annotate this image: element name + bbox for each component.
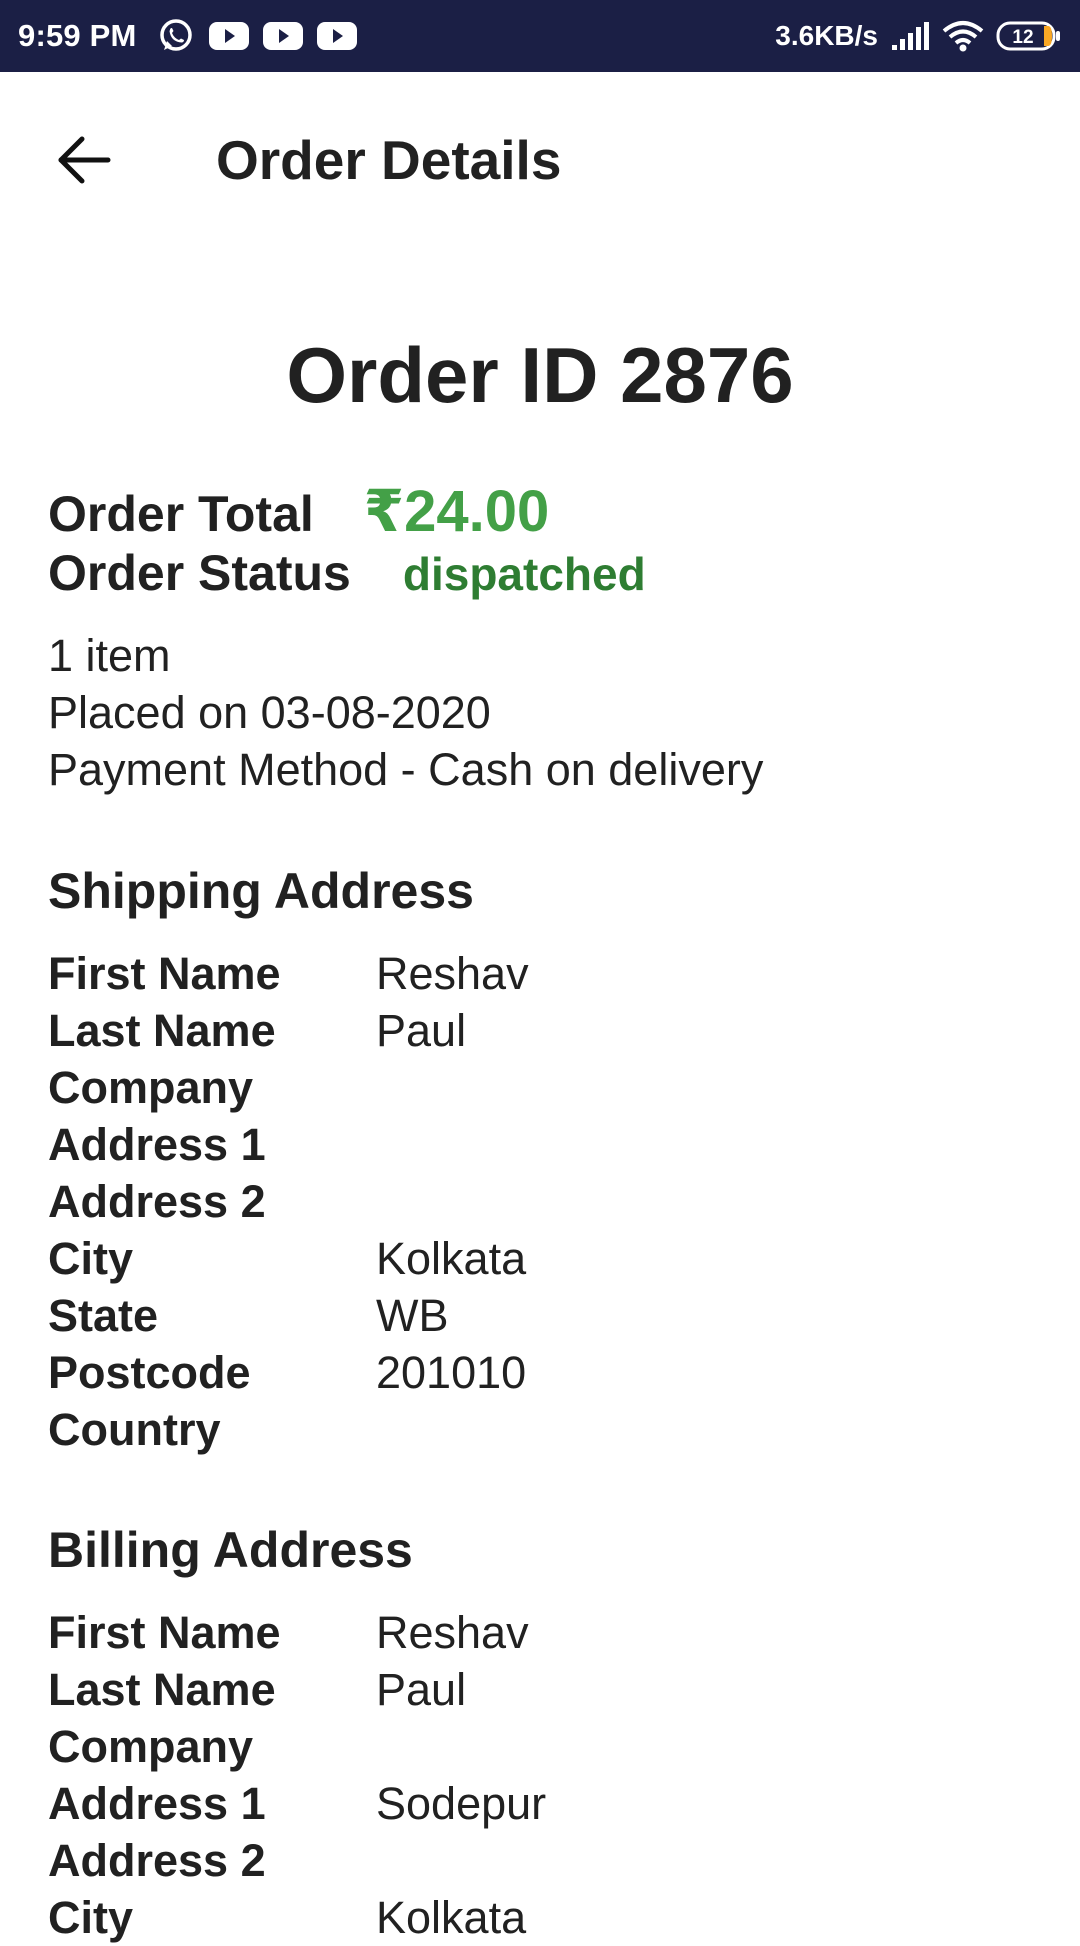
table-row: Address 1 Sodepur: [48, 1775, 1048, 1832]
order-total-value: ₹24.00: [363, 479, 550, 544]
item-count: 1 item: [48, 630, 171, 681]
order-total-label: Order Total: [48, 486, 314, 542]
field-value: Reshav: [376, 1606, 529, 1658]
table-row: First Name Reshav: [48, 1604, 1048, 1661]
field-label: Address 2: [48, 1175, 266, 1227]
field-value: Paul: [376, 1663, 467, 1715]
shipping-address-title: Shipping Address: [48, 863, 474, 919]
whatsapp-icon: [157, 17, 195, 55]
field-label: Company: [48, 1720, 254, 1772]
placed-on-date: Placed on 03-08-2020: [48, 687, 491, 738]
field-label: State: [48, 1289, 159, 1341]
table-row: Address 1: [48, 1116, 1048, 1173]
wifi-icon: [942, 19, 984, 53]
table-row: Address 2: [48, 1173, 1048, 1230]
field-label: First Name: [48, 947, 281, 999]
field-value: 201010: [376, 1346, 527, 1398]
table-row: Company: [48, 1059, 1048, 1116]
table-row: City Kolkata: [48, 1889, 1048, 1946]
status-bar: 9:59 PM 3.6KB/s 12: [0, 0, 1080, 72]
table-row: Address 2: [48, 1832, 1048, 1889]
arrow-back-icon: [56, 135, 112, 190]
table-row: City Kolkata: [48, 1230, 1048, 1287]
signal-icon: [890, 21, 930, 51]
back-button[interactable]: [44, 122, 124, 202]
table-row: First Name Reshav: [48, 945, 1048, 1002]
table-row: Last Name Paul: [48, 1002, 1048, 1059]
field-label: Last Name: [48, 1004, 276, 1056]
field-label: Postcode: [48, 1346, 251, 1398]
field-value: Kolkata: [376, 1891, 527, 1943]
youtube-icon: [316, 21, 357, 51]
order-status-value: dispatched: [402, 548, 646, 600]
youtube-icon: [262, 21, 303, 51]
table-row: Last Name Paul: [48, 1661, 1048, 1718]
field-label: Address 1: [48, 1777, 266, 1829]
field-value: Kolkata: [376, 1232, 527, 1284]
field-label: Last Name: [48, 1663, 276, 1715]
field-label: Address 2: [48, 1834, 266, 1886]
field-label: Country: [48, 1403, 221, 1455]
field-label: Company: [48, 1061, 254, 1113]
table-row: Company: [48, 1718, 1048, 1775]
table-row: Postcode 201010: [48, 1344, 1048, 1401]
shipping-address-table: First Name Reshav Last Name Paul Company A…: [48, 945, 1048, 1458]
field-value: Paul: [376, 1004, 467, 1056]
battery-icon: 12: [996, 20, 1062, 52]
billing-address-table: First Name Reshav Last Name Paul Company A…: [48, 1604, 1048, 1946]
app-bar: Order Details: [0, 72, 1080, 244]
table-row: State WB: [48, 1287, 1048, 1344]
field-label: First Name: [48, 1606, 281, 1658]
field-value: Sodepur: [376, 1777, 547, 1829]
status-time: 9:59 PM: [18, 18, 137, 53]
battery-level: 12: [1012, 27, 1033, 48]
order-status-label: Order Status: [48, 545, 351, 601]
field-label: City: [48, 1232, 134, 1284]
page-title: Order Details: [216, 129, 562, 191]
field-value: WB: [376, 1289, 449, 1341]
field-label: City: [48, 1891, 134, 1943]
field-value: Reshav: [376, 947, 529, 999]
network-speed: 3.6KB/s: [775, 20, 878, 51]
field-label: Address 1: [48, 1118, 266, 1170]
order-total-row: Order Total ₹24.00: [48, 477, 549, 545]
table-row: Country: [48, 1401, 1048, 1458]
order-id-heading: Order ID 2876: [286, 331, 794, 419]
youtube-icon: [208, 21, 249, 51]
billing-address-title: Billing Address: [48, 1522, 413, 1578]
payment-method: Payment Method - Cash on delivery: [48, 744, 764, 795]
order-status-row: Order Status dispatched: [48, 544, 646, 602]
